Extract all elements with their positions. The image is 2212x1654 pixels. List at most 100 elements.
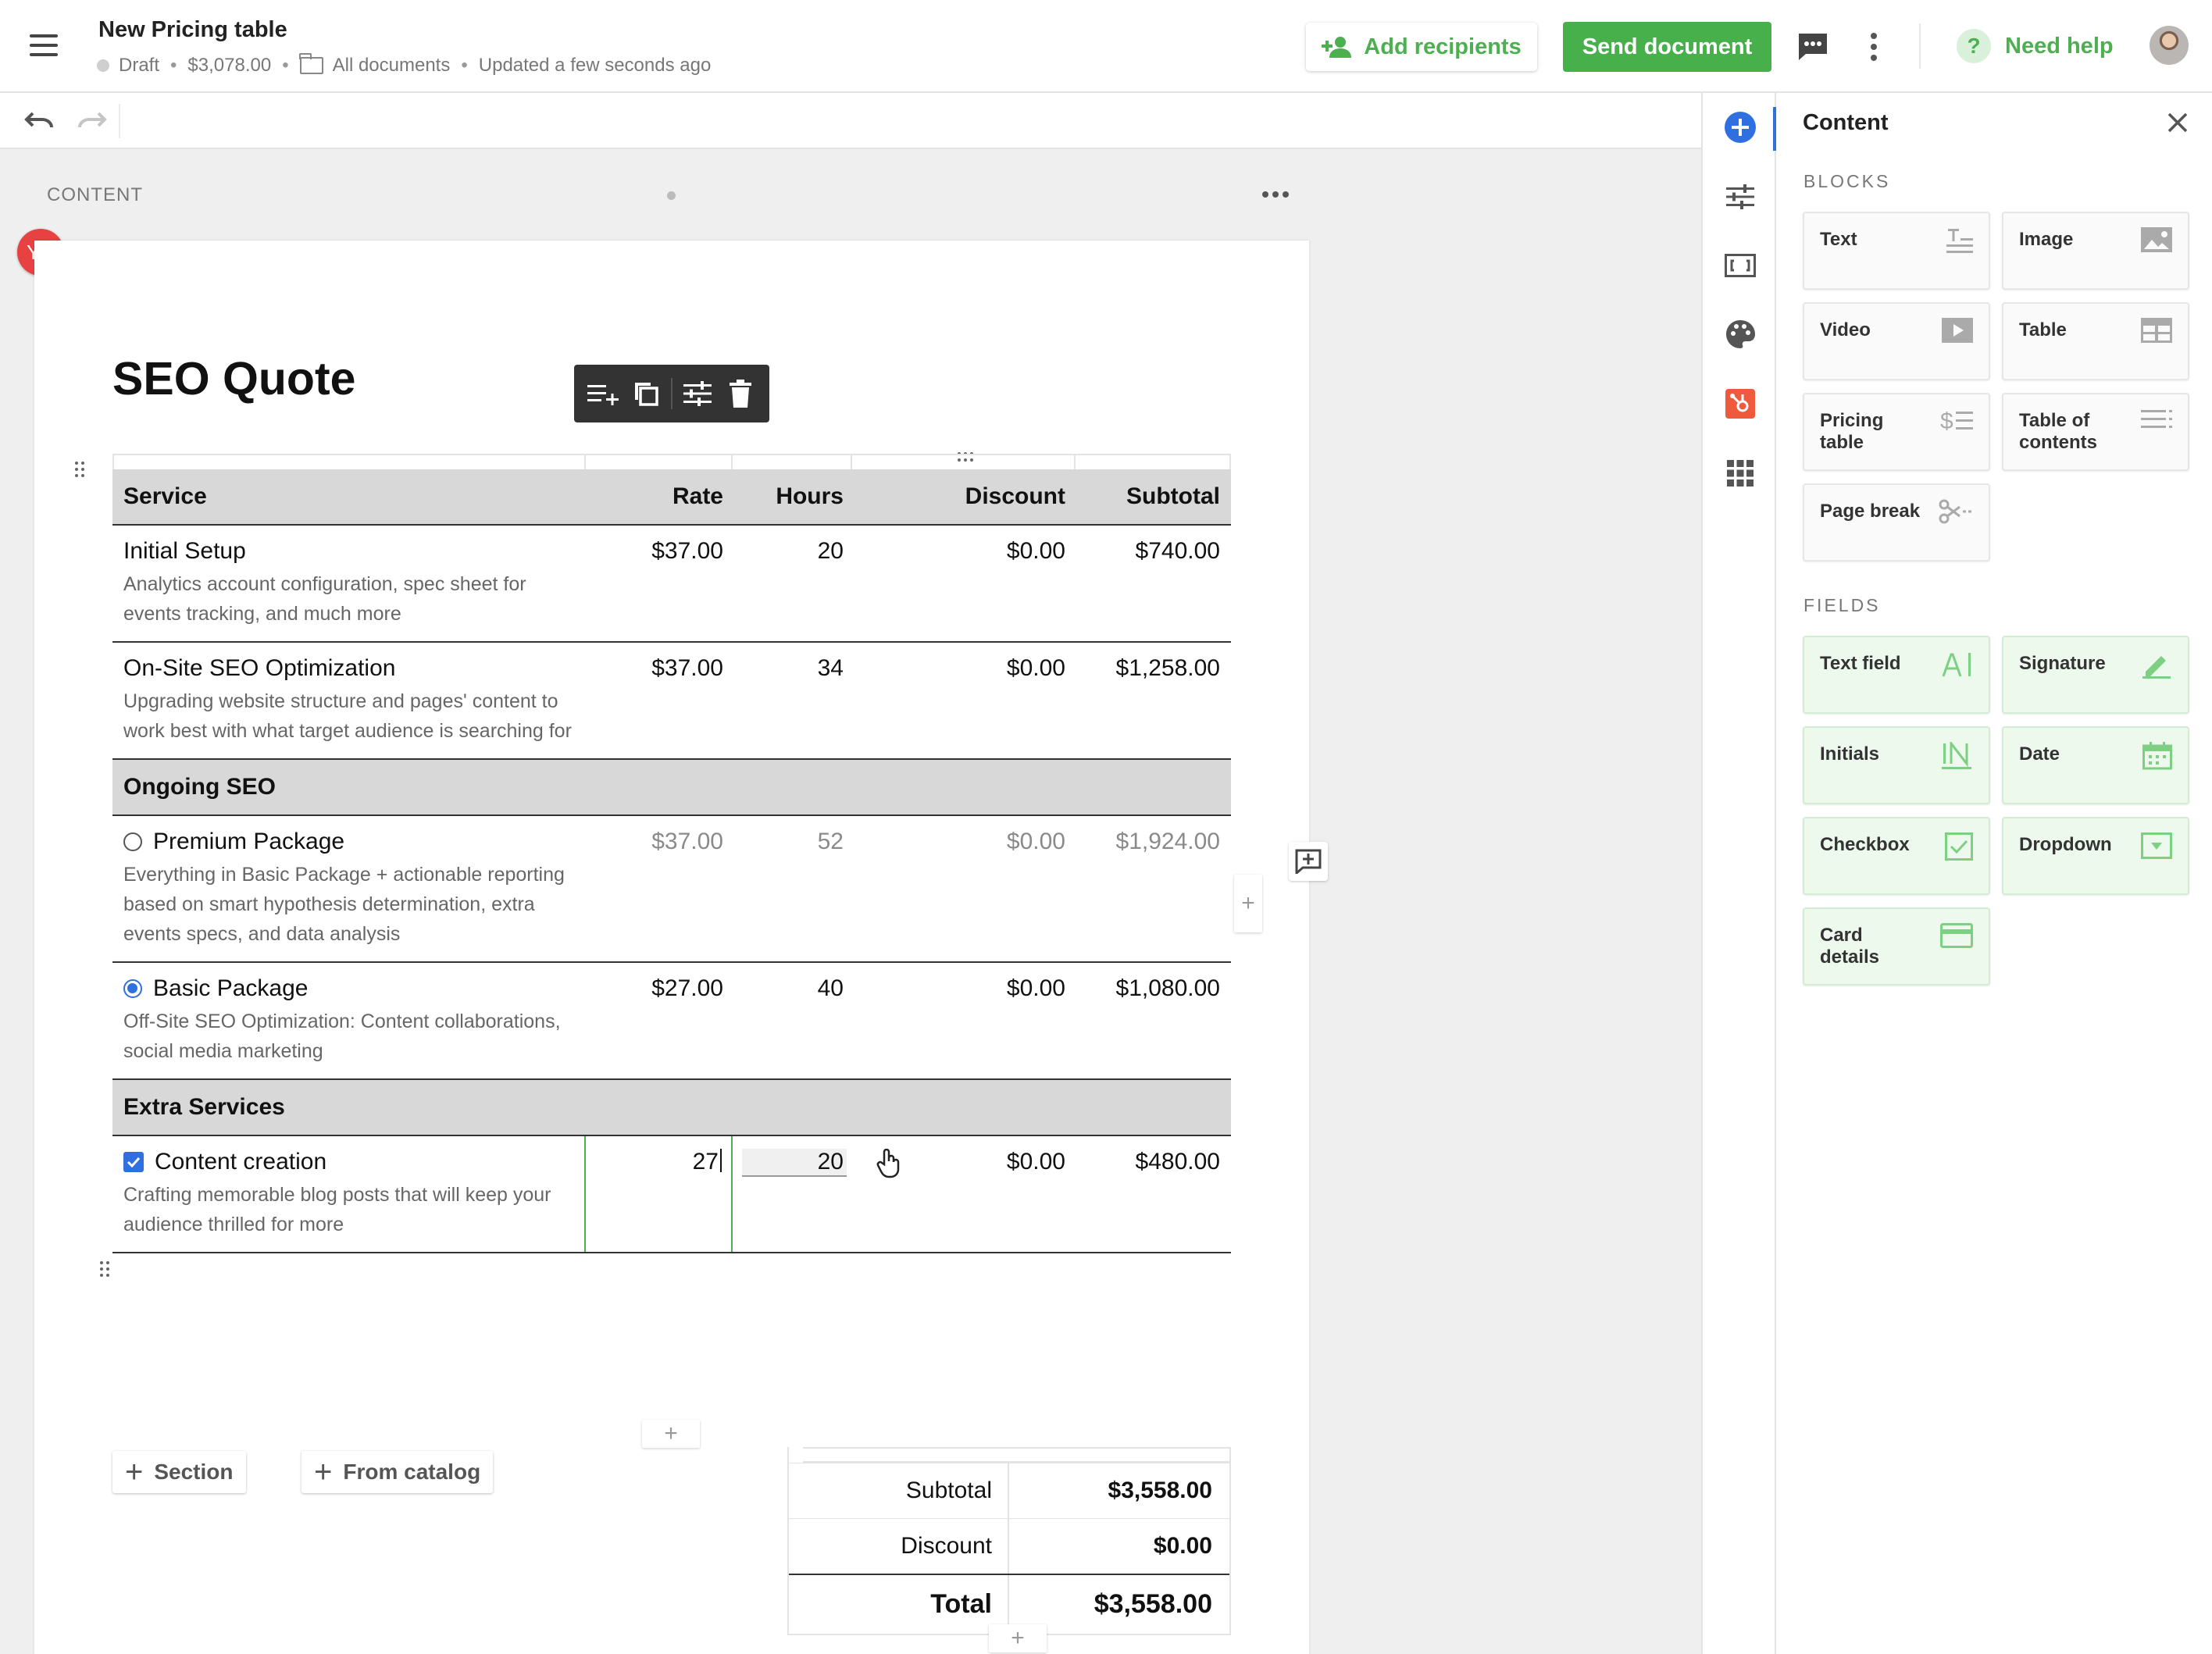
block-table-of-contents[interactable]: Table of contents <box>2002 393 2189 471</box>
send-document-button[interactable]: Send document <box>1563 22 1771 72</box>
hours-cell[interactable]: 34 <box>733 643 853 758</box>
item-name: Content creation <box>155 1149 327 1175</box>
rate-cell[interactable]: $37.00 <box>586 643 733 758</box>
rate-input-editing[interactable]: 27 <box>586 1136 733 1252</box>
user-avatar[interactable] <box>2150 26 2189 65</box>
column-header-discount[interactable]: Discount <box>853 469 1076 524</box>
menu-icon[interactable] <box>30 34 58 56</box>
need-help-button[interactable]: ? Need help <box>1957 29 2114 63</box>
close-icon[interactable] <box>2167 112 2189 137</box>
sliders-icon[interactable] <box>1723 180 1757 214</box>
header-divider <box>1919 23 1921 69</box>
table-row[interactable]: On-Site SEO Optimization Upgrading websi… <box>112 643 1231 760</box>
top-header: New Pricing table Draft • $3,078.00 • Al… <box>0 0 2212 93</box>
settings-icon[interactable] <box>680 376 715 411</box>
section-title[interactable]: Ongoing SEO <box>112 760 276 815</box>
rate-cell[interactable]: $37.00 <box>586 526 733 641</box>
checkmark-icon <box>127 1157 141 1167</box>
hours-cell[interactable]: 20 <box>733 526 853 641</box>
video-icon <box>1942 318 1973 343</box>
add-summary-row-button[interactable]: + <box>989 1624 1047 1652</box>
field-card-details[interactable]: Card details <box>1803 907 1990 986</box>
quote-title[interactable]: SEO Quote <box>112 352 355 405</box>
block-drag-handle[interactable] <box>75 462 84 477</box>
table-header-row: Service Rate Hours Discount Subtotal <box>112 469 1231 526</box>
more-vertical-icon[interactable] <box>1869 33 1878 61</box>
add-from-catalog-button[interactable]: + From catalog <box>301 1451 494 1493</box>
section-title[interactable]: Extra Services <box>112 1080 285 1135</box>
field-dropdown[interactable]: Dropdown <box>2002 817 2189 895</box>
trash-icon[interactable] <box>723 376 758 411</box>
rate-cell[interactable]: $37.00 <box>586 816 733 961</box>
item-name: Initial Setup <box>123 538 246 564</box>
column-header-hours[interactable]: Hours <box>733 469 853 524</box>
hours-input[interactable]: 20 <box>742 1149 847 1177</box>
table-row[interactable]: Content creation Crafting memorable blog… <box>112 1136 1231 1253</box>
add-column-button[interactable]: + <box>1234 875 1262 932</box>
section-row-extra[interactable]: Extra Services <box>112 1080 1231 1136</box>
discount-cell[interactable]: $0.00 <box>853 816 1076 961</box>
item-name: Premium Package <box>153 829 345 854</box>
section-more-icon[interactable] <box>1262 191 1289 198</box>
duplicate-icon[interactable] <box>629 376 663 411</box>
option-checkbox-checked[interactable] <box>123 1152 144 1172</box>
column-header-service[interactable]: Service <box>112 469 586 524</box>
plus-circle-icon[interactable] <box>1723 110 1757 144</box>
service-cell[interactable]: Content creation Crafting memorable blog… <box>112 1136 586 1252</box>
folder-link[interactable]: All documents <box>333 55 451 77</box>
redo-icon[interactable] <box>75 110 108 137</box>
subtotal-cell: $1,258.00 <box>1115 655 1220 681</box>
block-video[interactable]: Video <box>1803 302 1990 380</box>
table-row[interactable]: Initial Setup Analytics account configur… <box>112 526 1231 643</box>
field-date[interactable]: Date <box>2002 726 2189 804</box>
block-page-break[interactable]: Page break <box>1803 483 1990 561</box>
add-comment-icon[interactable] <box>1289 842 1328 881</box>
palette-icon[interactable] <box>1723 317 1757 351</box>
discount-cell[interactable]: $0.00 <box>853 643 1076 758</box>
add-recipients-button[interactable]: Add recipients <box>1306 23 1537 71</box>
tile-label: Video <box>1820 319 1871 340</box>
option-radio-selected[interactable] <box>123 979 142 998</box>
rate-input-value[interactable]: 27 <box>693 1149 719 1175</box>
document-amount: $3,078.00 <box>187 55 272 76</box>
column-header-subtotal[interactable]: Subtotal <box>1076 469 1231 524</box>
hubspot-icon[interactable] <box>1723 387 1757 421</box>
embed-icon[interactable] <box>1723 248 1757 283</box>
hours-cell[interactable]: 20 <box>733 1136 853 1252</box>
row-drag-handle[interactable] <box>100 1261 109 1277</box>
block-table[interactable]: Table <box>2002 302 2189 380</box>
block-text[interactable]: Text <box>1803 212 1990 290</box>
field-signature[interactable]: Signature <box>2002 636 2189 714</box>
drag-dot[interactable] <box>667 191 676 200</box>
block-pricing-table[interactable]: Pricing table $ <box>1803 393 1990 471</box>
apps-grid-icon[interactable] <box>1723 456 1757 490</box>
service-cell[interactable]: On-Site SEO Optimization Upgrading websi… <box>112 643 586 758</box>
service-cell[interactable]: Initial Setup Analytics account configur… <box>112 526 586 641</box>
add-row-icon[interactable] <box>586 376 620 411</box>
status-dot-icon <box>97 59 109 72</box>
discount-cell[interactable]: $0.00 <box>853 526 1076 641</box>
field-text-field[interactable]: Text field <box>1803 636 1990 714</box>
chat-icon[interactable] <box>1796 31 1829 66</box>
service-cell[interactable]: Premium Package Everything in Basic Pack… <box>112 816 586 961</box>
document-title[interactable]: New Pricing table <box>98 17 287 43</box>
field-initials[interactable]: Initials <box>1803 726 1990 804</box>
field-checkbox[interactable]: Checkbox <box>1803 817 1990 895</box>
discount-cell[interactable]: $0.00 <box>853 1136 1076 1252</box>
item-description: Crafting memorable blog posts that will … <box>123 1184 551 1235</box>
block-image[interactable]: Image <box>2002 212 2189 290</box>
discount-cell[interactable]: $0.00 <box>853 963 1076 1078</box>
hours-cell[interactable]: 52 <box>733 816 853 961</box>
add-row-button[interactable]: + <box>642 1420 700 1448</box>
service-cell[interactable]: Basic Package Off-Site SEO Optimization:… <box>112 963 586 1078</box>
hours-cell[interactable]: 40 <box>733 963 853 1078</box>
item-name: Basic Package <box>153 975 309 1001</box>
table-row[interactable]: Premium Package Everything in Basic Pack… <box>112 816 1231 963</box>
table-row[interactable]: Basic Package Off-Site SEO Optimization:… <box>112 963 1231 1080</box>
option-radio[interactable] <box>123 832 142 851</box>
section-row-ongoing[interactable]: Ongoing SEO <box>112 760 1231 816</box>
rate-cell[interactable]: $27.00 <box>586 963 733 1078</box>
add-section-button[interactable]: + Section <box>112 1451 246 1493</box>
undo-icon[interactable] <box>23 110 56 137</box>
column-header-rate[interactable]: Rate <box>586 469 733 524</box>
